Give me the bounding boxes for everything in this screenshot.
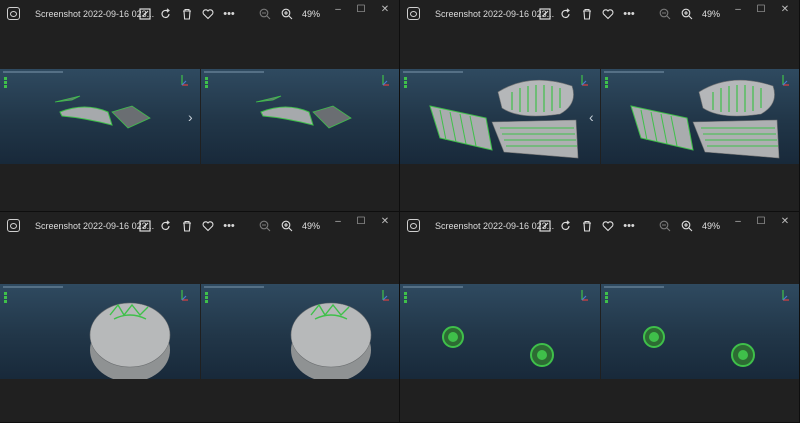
viewport-left [0,284,200,379]
photos-window-4: Screenshot 2022-09-16 023... ••• 49% – ☐… [400,212,800,423]
maximize-button[interactable]: ☐ [350,214,372,228]
viewport-left [400,69,600,164]
mesh-model [255,95,352,129]
delete-icon[interactable] [579,6,595,22]
image-viewer: › [0,69,399,164]
viewport-right [601,69,799,164]
zoom-in-icon[interactable] [279,6,295,22]
photos-app-icon [407,7,420,20]
close-button[interactable]: ✕ [374,2,396,16]
mesh-model [643,326,755,367]
image-viewer [400,284,799,379]
previous-image-arrow[interactable]: ‹ [589,109,594,125]
mesh-model [290,302,372,379]
rotate-icon[interactable] [158,218,174,234]
rotate-icon[interactable] [558,6,574,22]
minimize-button[interactable]: – [327,214,349,228]
photos-app-icon [7,219,20,232]
image-viewer: ‹ [400,69,799,164]
zoom-out-icon[interactable] [657,218,673,234]
more-icon[interactable]: ••• [221,6,237,22]
more-icon[interactable]: ••• [221,218,237,234]
edit-icon[interactable] [137,6,153,22]
image-viewer [0,284,399,379]
mesh-model [630,79,780,159]
heart-icon[interactable] [600,218,616,234]
viewport-right [201,69,399,164]
zoom-in-icon[interactable] [279,218,295,234]
delete-icon[interactable] [579,218,595,234]
photos-app-icon [7,7,20,20]
minimize-button[interactable]: – [727,214,749,228]
mesh-model [54,95,151,129]
more-icon[interactable]: ••• [621,218,637,234]
zoom-out-icon[interactable] [257,6,273,22]
edit-icon[interactable] [537,218,553,234]
edit-icon[interactable] [137,218,153,234]
zoom-in-icon[interactable] [679,218,695,234]
minimize-button[interactable]: – [327,2,349,16]
close-button[interactable]: ✕ [774,214,796,228]
delete-icon[interactable] [179,218,195,234]
more-icon[interactable]: ••• [621,6,637,22]
close-button[interactable]: ✕ [374,214,396,228]
heart-icon[interactable] [200,6,216,22]
rotate-icon[interactable] [558,218,574,234]
maximize-button[interactable]: ☐ [350,2,372,16]
photos-window-1: Screenshot 2022-09-16 023... ••• 49% – ☐… [0,0,400,212]
close-button[interactable]: ✕ [774,2,796,16]
edit-icon[interactable] [537,6,553,22]
title-bar: Screenshot 2022-09-16 023... ••• 49% – ☐… [0,212,399,242]
photos-window-2: Screenshot 2022-09-16 023... ••• 49% – ☐… [400,0,800,212]
next-image-arrow[interactable]: › [188,109,193,125]
viewport-left [400,284,600,379]
mesh-model [442,326,554,367]
photos-window-3: Screenshot 2022-09-16 023... ••• 49% – ☐… [0,212,400,423]
photos-app-icon [407,219,420,232]
viewport-left [0,69,200,164]
rotate-icon[interactable] [158,6,174,22]
title-bar: Screenshot 2022-09-16 023... ••• 49% – ☐… [400,0,799,30]
heart-icon[interactable] [600,6,616,22]
viewport-right [601,284,799,379]
title-bar: Screenshot 2022-09-16 023... ••• 49% – ☐… [0,0,399,30]
maximize-button[interactable]: ☐ [750,2,772,16]
minimize-button[interactable]: – [727,2,749,16]
viewport-right [201,284,399,379]
zoom-in-icon[interactable] [679,6,695,22]
zoom-level: 49% [702,9,721,19]
mesh-model [429,79,579,159]
heart-icon[interactable] [200,218,216,234]
zoom-level: 49% [702,221,721,231]
mesh-model [89,302,171,379]
zoom-out-icon[interactable] [657,6,673,22]
maximize-button[interactable]: ☐ [750,214,772,228]
delete-icon[interactable] [179,6,195,22]
zoom-level: 49% [302,9,321,19]
title-bar: Screenshot 2022-09-16 023... ••• 49% – ☐… [400,212,799,242]
zoom-level: 49% [302,221,321,231]
zoom-out-icon[interactable] [257,218,273,234]
